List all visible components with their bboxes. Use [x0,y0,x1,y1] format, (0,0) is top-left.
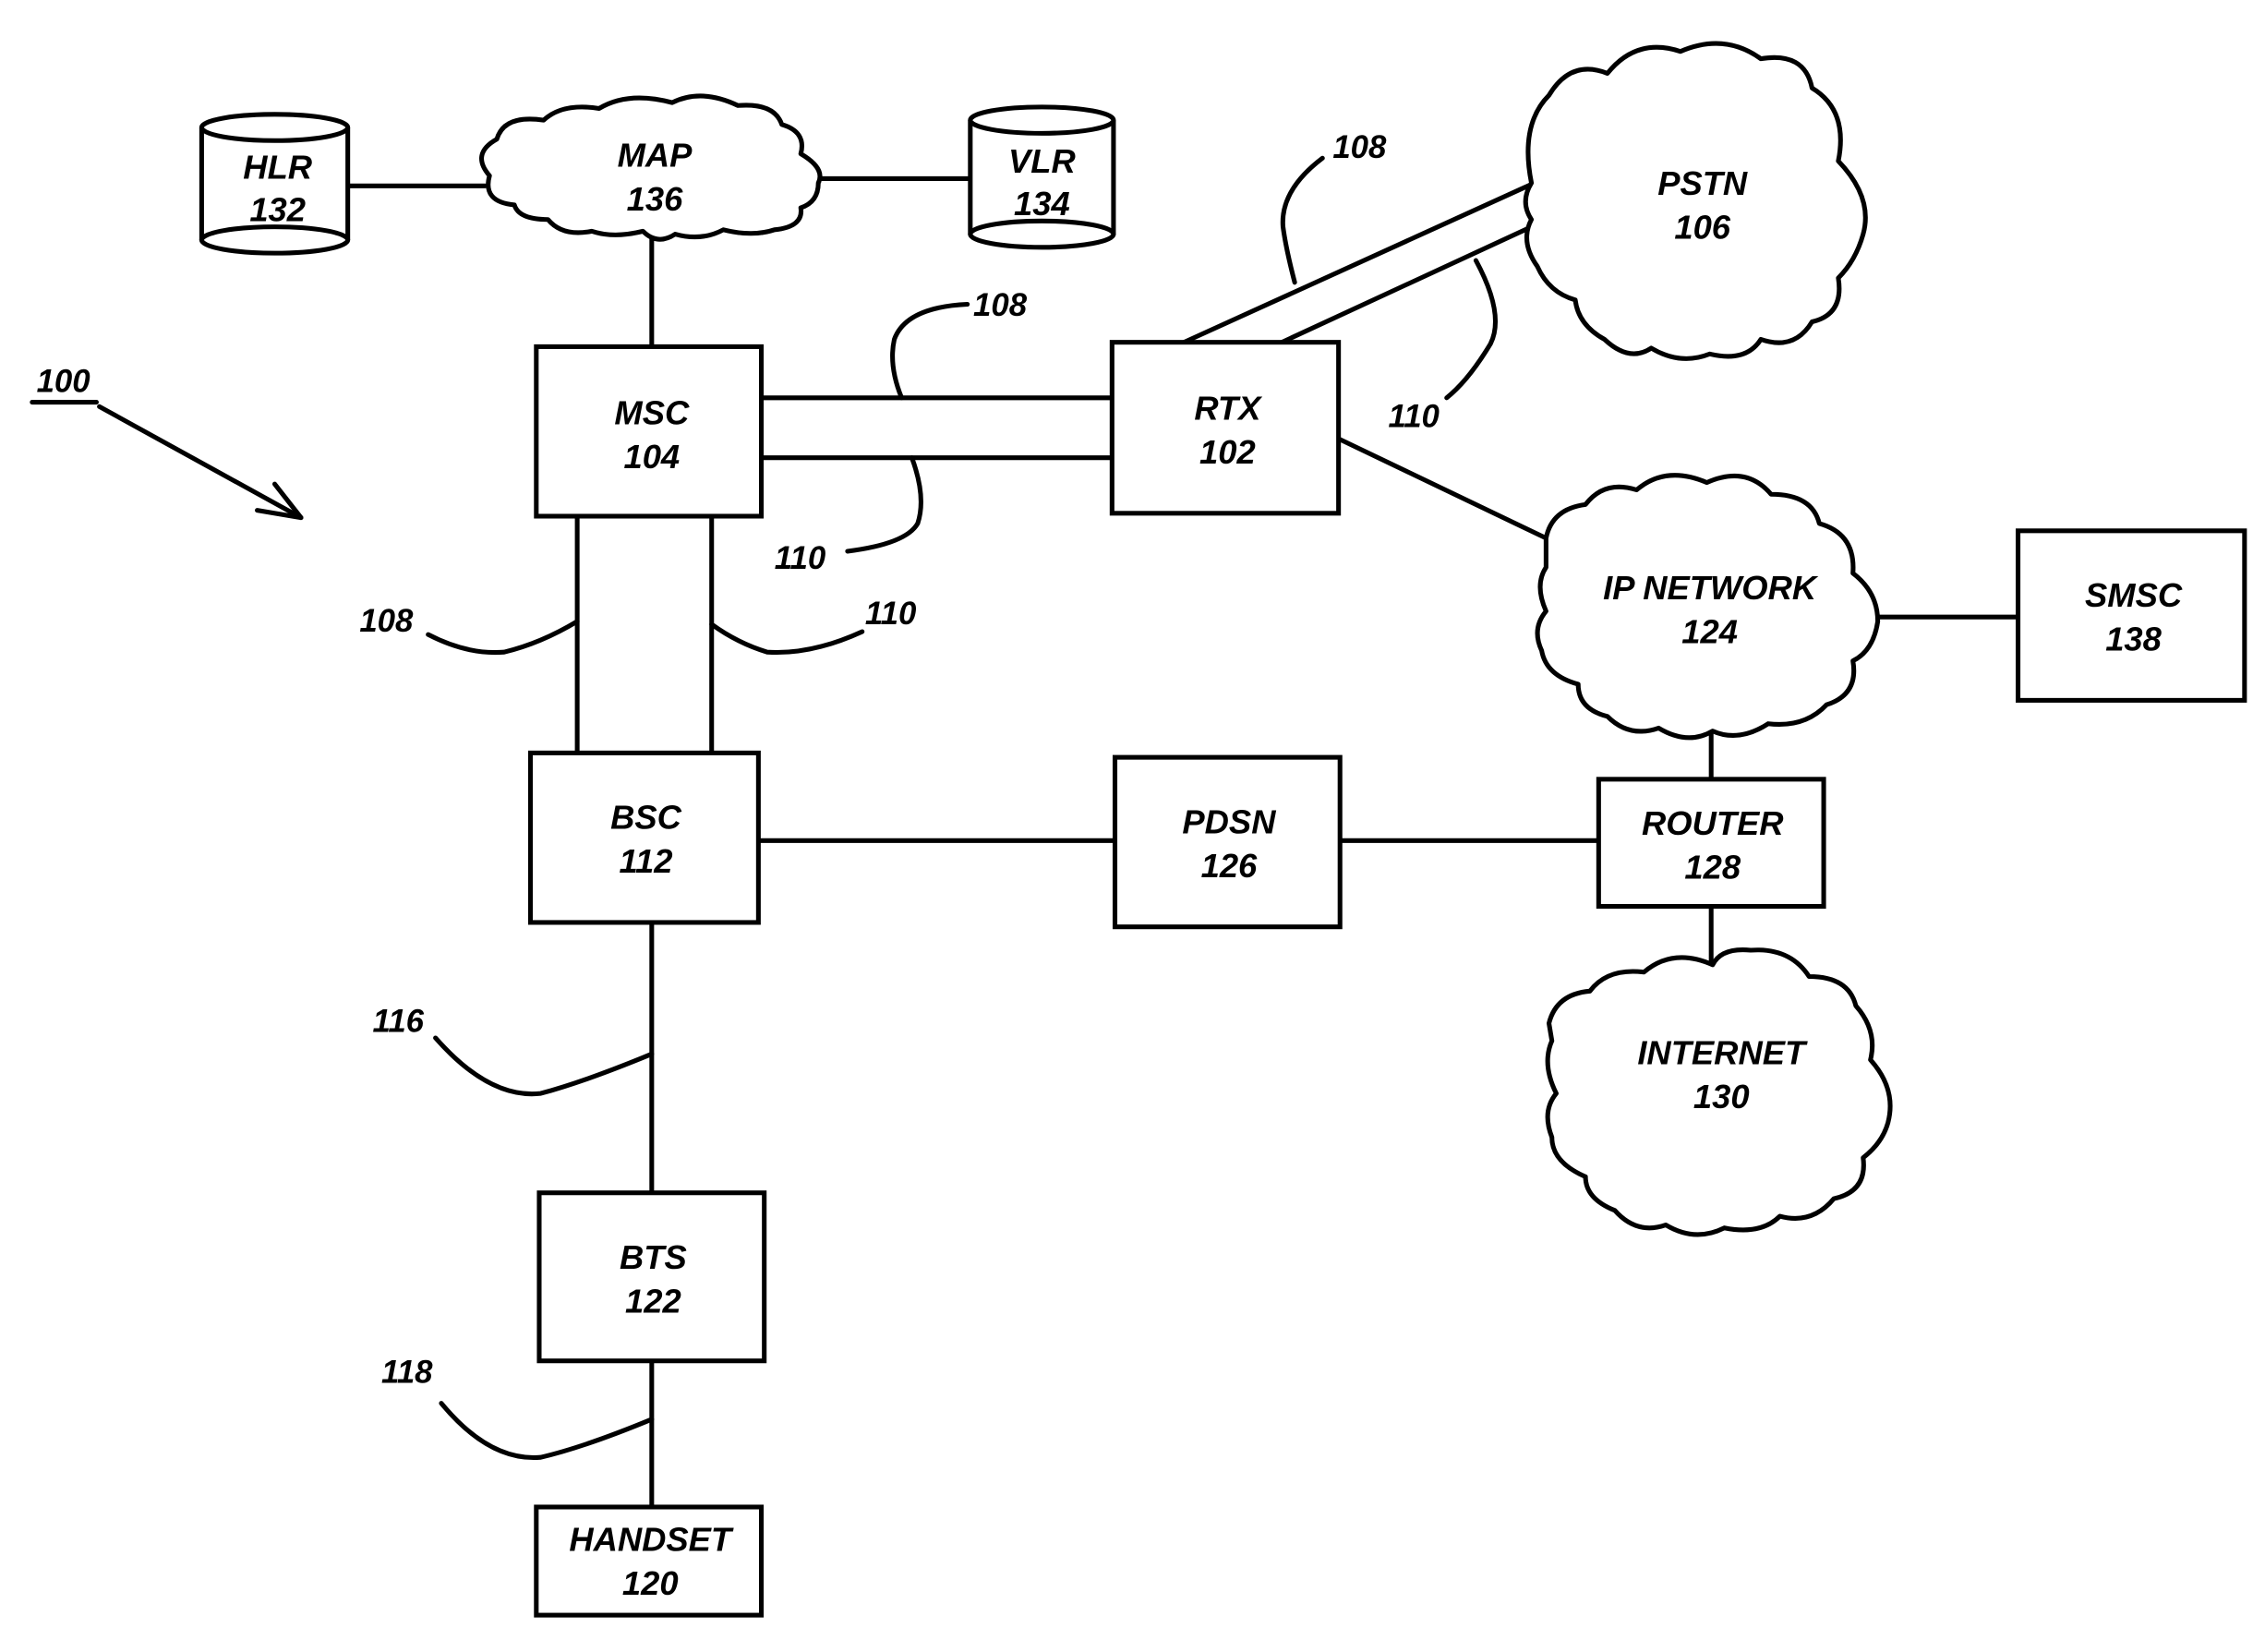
figure-ref-label: 100 [37,363,91,399]
node-msc-name: MSC [614,393,690,431]
node-router[interactable]: ROUTER 128 [1596,777,1826,910]
leader-110-msc-rtx [845,455,923,554]
node-handset-name: HANDSET [569,1520,734,1558]
network-diagram: 100 HLR 132 VLR 134 MAP 136 PSTN 106 MSC… [30,41,2247,1618]
node-vlr-name: VLR [1008,142,1076,180]
ref-label-rtx-pstn-110: 110 [1388,398,1440,434]
leader-108-pstn [1280,155,1325,285]
leader-116 [433,1035,655,1097]
node-bts-name: BTS [620,1238,687,1276]
figure-reference: 100 [30,363,304,521]
node-handset-number: 120 [622,1564,679,1602]
node-rtx-box [1109,340,1342,516]
node-rtx[interactable]: RTX 102 [1109,340,1342,516]
leader-108-msc-rtx [890,301,970,401]
node-bts-number: 122 [625,1282,681,1320]
leader-108-msc-bsc [426,619,580,656]
node-bts-box [536,1190,767,1364]
link-rtx-ipnet [1336,436,1548,541]
figure-ref-arrow-shaft [97,404,304,521]
node-router-box [1596,777,1826,910]
ref-label-rtx-pstn-108: 108 [1332,129,1387,165]
node-bsc-number: 112 [620,842,673,880]
node-map-name: MAP [618,137,693,175]
node-rtx-name: RTX [1194,390,1263,428]
node-hlr-name: HLR [243,148,312,186]
node-map[interactable]: MAP 136 [479,93,823,242]
node-smsc-box [2016,528,2247,703]
node-vlr[interactable]: VLR 134 [968,104,1116,250]
node-pstn-number: 106 [1674,208,1730,246]
node-map-number: 136 [627,180,683,218]
node-ipnet-number: 124 [1681,613,1738,651]
database-top [968,104,1116,136]
node-ipnet-name: IP NETWORK [1603,569,1819,607]
ref-label-msc-rtx-108: 108 [973,287,1028,323]
node-router-name: ROUTER [1642,804,1784,842]
ref-label-bsc-bts-116: 116 [373,1004,425,1040]
node-handset[interactable]: HANDSET 120 [534,1504,765,1618]
node-pdsn-box [1112,754,1343,930]
node-smsc-number: 138 [2105,621,2162,658]
link-rtx-pstn-a [1178,180,1537,346]
leader-110-pstn [1444,258,1498,401]
database-icon [968,120,1116,250]
node-msc-number: 104 [623,438,680,476]
leader-118 [439,1401,655,1461]
node-pstn-name: PSTN [1657,164,1748,202]
node-router-number: 128 [1684,848,1741,886]
node-internet[interactable]: INTERNET 130 [1545,947,1893,1237]
node-bts[interactable]: BTS 122 [536,1190,767,1364]
node-pdsn-number: 126 [1201,847,1258,885]
node-smsc[interactable]: SMSC 138 [2016,528,2247,703]
node-pstn[interactable]: PSTN 106 [1523,41,1868,361]
node-vlr-number: 134 [1014,185,1070,223]
node-msc[interactable]: MSC 104 [534,344,765,519]
ref-label-msc-rtx-110: 110 [775,540,826,576]
node-smsc-name: SMSC [2085,576,2183,614]
database-top [199,112,351,143]
node-ipnet[interactable]: IP NETWORK 124 [1535,473,1881,741]
node-hlr[interactable]: HLR 132 [199,112,351,256]
node-hlr-number: 132 [249,190,306,228]
node-bsc[interactable]: BSC 112 [527,750,761,925]
node-bsc-box [527,750,761,925]
node-internet-number: 130 [1693,1078,1750,1115]
figure-ref-arrowhead-icon [255,481,304,521]
node-rtx-number: 102 [1199,433,1256,471]
node-bsc-name: BSC [610,799,682,837]
node-pdsn[interactable]: PDSN 126 [1112,754,1343,930]
ref-label-msc-bsc-110: 110 [865,596,917,632]
ref-label-msc-bsc-108: 108 [359,603,414,639]
node-internet-name: INTERNET [1637,1033,1808,1071]
leader-110-msc-bsc [709,621,865,656]
node-pdsn-name: PDSN [1182,802,1276,840]
ref-label-bts-handset-118: 118 [381,1354,433,1390]
